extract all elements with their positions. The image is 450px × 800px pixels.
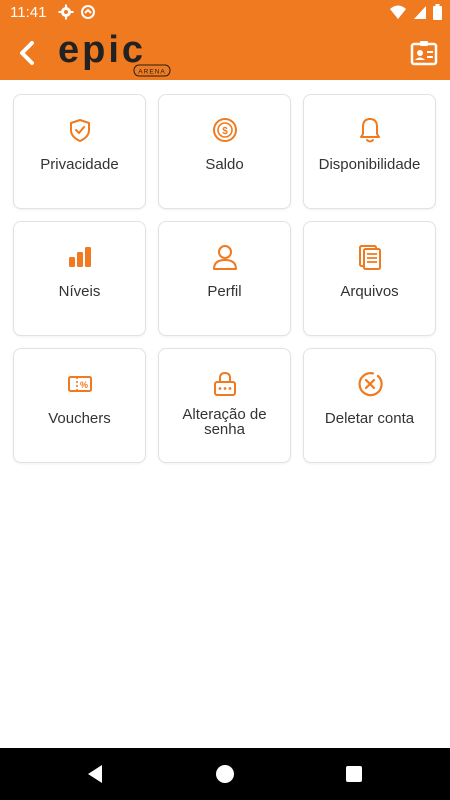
chevron-left-icon [20, 41, 34, 65]
tile-label: Níveis [58, 283, 101, 300]
tile-label: Deletar conta [324, 410, 415, 427]
tile-label: Arquivos [340, 283, 399, 300]
tile-alteracao-senha[interactable]: Alteração de senha [158, 348, 291, 463]
svg-text:%: % [79, 380, 87, 390]
nav-back-icon[interactable] [86, 764, 104, 784]
data-saver-icon [81, 5, 95, 19]
signal-icon [414, 6, 426, 19]
nav-recents-button[interactable] [346, 766, 362, 782]
tile-perfil[interactable]: Perfil [158, 221, 291, 336]
app-bar: epic ARENA [0, 26, 450, 80]
tile-deletar-conta[interactable]: Deletar conta [303, 348, 436, 463]
tile-label: Perfil [207, 283, 242, 300]
bar-chart-icon [65, 242, 95, 272]
status-bar: 11:41 [0, 0, 450, 26]
status-time: 11:41 [10, 4, 47, 21]
svg-text:ARENA: ARENA [138, 69, 165, 76]
back-button[interactable] [12, 38, 42, 68]
password-icon [210, 369, 240, 399]
tile-label: Alteração de senha [182, 406, 267, 438]
nav-home-button[interactable] [216, 765, 234, 783]
bell-icon [355, 115, 385, 145]
shield-check-icon [65, 115, 95, 145]
tile-vouchers[interactable]: % Vouchers [13, 348, 146, 463]
coin-icon: $ [210, 115, 240, 145]
user-icon [210, 242, 240, 272]
tile-niveis[interactable]: Níveis [13, 221, 146, 336]
documents-icon [355, 242, 385, 272]
svg-text:epic: epic [58, 32, 146, 71]
battery-icon [433, 4, 442, 20]
tile-saldo[interactable]: $ Saldo [158, 94, 291, 209]
tile-label: Saldo [205, 156, 244, 173]
system-nav-bar [0, 748, 450, 800]
tile-privacidade[interactable]: Privacidade [13, 94, 146, 209]
svg-text:$: $ [222, 126, 228, 137]
tile-disponibilidade[interactable]: Disponibilidade [303, 94, 436, 209]
tile-arquivos[interactable]: Arquivos [303, 221, 436, 336]
delete-circle-icon [355, 369, 385, 399]
id-card-icon [410, 41, 438, 66]
tile-label: Privacidade [40, 156, 119, 173]
tile-label: Vouchers [48, 410, 111, 427]
epic-arena-logo: epic ARENA [58, 32, 171, 77]
voucher-icon: % [65, 369, 95, 399]
tile-label: Disponibilidade [318, 156, 421, 173]
settings-icon [58, 4, 74, 20]
wifi-icon [390, 5, 406, 19]
member-card-button[interactable] [408, 37, 440, 69]
